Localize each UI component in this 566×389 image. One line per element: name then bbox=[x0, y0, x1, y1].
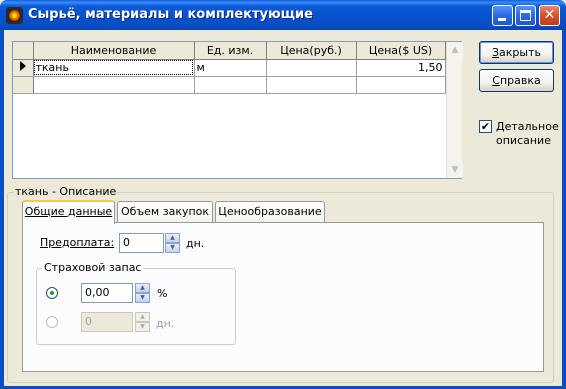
description-group-legend: ткань - Описание bbox=[14, 185, 118, 198]
window-frame-right bbox=[562, 30, 566, 389]
help-button-hotkey: С bbox=[492, 74, 500, 87]
close-window-button[interactable]: ✕ bbox=[539, 5, 560, 26]
column-header-price-rub[interactable]: Цена(руб.) bbox=[266, 42, 357, 60]
materials-grid[interactable]: Наименование Ед. изм. Цена(руб.) Цена($ … bbox=[12, 41, 463, 179]
maximize-button[interactable] bbox=[515, 5, 536, 26]
detailed-label-line1: етальное bbox=[504, 120, 559, 133]
safety-stock-days-radio[interactable] bbox=[46, 316, 58, 328]
row-indicator-header bbox=[13, 42, 34, 60]
cell-price-rub[interactable] bbox=[266, 76, 357, 94]
grid-vertical-scrollbar[interactable]: ▲ ▼ bbox=[446, 42, 463, 178]
materials-table: Наименование Ед. изм. Цена(руб.) Цена($ … bbox=[13, 42, 446, 94]
window-frame-left bbox=[0, 30, 4, 389]
close-button-label: акрыть bbox=[499, 46, 541, 59]
cell-price-rub[interactable] bbox=[266, 59, 357, 77]
prepayment-unit: дн. bbox=[186, 237, 205, 250]
safety-stock-days-input[interactable]: 0 bbox=[81, 312, 133, 332]
prepayment-label: Предоплата: bbox=[40, 236, 115, 249]
scroll-up-icon[interactable]: ▲ bbox=[447, 42, 463, 58]
prepayment-input[interactable]: 0 bbox=[119, 233, 164, 253]
app-icon bbox=[6, 7, 23, 24]
prepayment-value: 0 bbox=[123, 236, 130, 249]
current-row-icon bbox=[20, 61, 26, 71]
cell-name[interactable]: ткань bbox=[33, 59, 195, 77]
spin-up-icon[interactable]: ▲ bbox=[135, 312, 150, 322]
column-header-price-usd[interactable]: Цена($ US) bbox=[356, 42, 446, 60]
spin-up-icon[interactable]: ▲ bbox=[165, 233, 180, 243]
window-title: Сырьё, материалы и комплектующие bbox=[28, 7, 313, 22]
help-button[interactable]: Справка bbox=[479, 69, 554, 92]
safety-stock-days-value: 0 bbox=[85, 315, 92, 328]
detailed-description-label[interactable]: Детальное описание bbox=[496, 120, 566, 148]
row-indicator bbox=[13, 76, 34, 94]
safety-stock-legend: Страховой запас bbox=[42, 261, 144, 274]
title-bar[interactable]: Сырьё, материалы и комплектующие ✕ bbox=[0, 0, 566, 30]
spin-down-icon[interactable]: ▼ bbox=[135, 293, 150, 303]
tab-general[interactable]: Общие данные bbox=[22, 200, 115, 224]
close-button[interactable]: Закрыть bbox=[479, 41, 554, 64]
cell-unit[interactable]: м bbox=[194, 59, 267, 77]
row-indicator bbox=[13, 59, 34, 77]
table-row[interactable] bbox=[13, 76, 446, 94]
detailed-description-checkbox[interactable]: ✔ bbox=[479, 120, 492, 133]
maximize-icon bbox=[520, 10, 531, 21]
cell-unit[interactable] bbox=[194, 76, 267, 94]
prepayment-stepper[interactable]: ▲ ▼ bbox=[165, 233, 180, 253]
table-header-row: Наименование Ед. изм. Цена(руб.) Цена($ … bbox=[13, 42, 446, 60]
spin-down-icon[interactable]: ▼ bbox=[165, 243, 180, 253]
tab-pricing[interactable]: Ценообразование bbox=[215, 201, 325, 222]
table-row[interactable]: ткань м 1,50 bbox=[13, 59, 446, 77]
tab-general-label: Общие данные bbox=[24, 205, 113, 218]
tab-pricing-label: Ценообразование bbox=[218, 205, 322, 218]
minimize-button[interactable] bbox=[492, 5, 513, 26]
help-button-label: правка bbox=[499, 74, 541, 87]
safety-stock-days-unit: дн. bbox=[156, 317, 175, 330]
detailed-hotkey: Д bbox=[496, 120, 505, 133]
safety-stock-percent-radio[interactable] bbox=[46, 287, 58, 299]
cell-name[interactable] bbox=[33, 76, 195, 94]
cell-price-usd[interactable] bbox=[356, 76, 446, 94]
safety-stock-percent-unit: % bbox=[157, 287, 168, 300]
minimize-icon bbox=[498, 18, 506, 21]
safety-stock-percent-input[interactable]: 0,00 bbox=[81, 283, 133, 303]
tab-purchase-volume-label: Объем закупок bbox=[120, 205, 210, 218]
spin-up-icon[interactable]: ▲ bbox=[135, 283, 150, 293]
detailed-label-line2: описание bbox=[496, 134, 551, 147]
close-icon: ✕ bbox=[543, 7, 556, 23]
safety-stock-days-stepper[interactable]: ▲ ▼ bbox=[135, 312, 150, 332]
safety-stock-group: Страховой запас bbox=[36, 261, 236, 345]
main-window: Сырьё, материалы и комплектующие ✕ Наиме… bbox=[0, 0, 566, 389]
column-header-name[interactable]: Наименование bbox=[33, 42, 195, 60]
column-header-unit[interactable]: Ед. изм. bbox=[194, 42, 267, 60]
tab-purchase-volume[interactable]: Объем закупок bbox=[117, 201, 213, 222]
cell-price-usd[interactable]: 1,50 bbox=[356, 59, 446, 77]
safety-stock-percent-stepper[interactable]: ▲ ▼ bbox=[135, 283, 150, 303]
close-button-hotkey: З bbox=[491, 46, 500, 59]
safety-stock-percent-value: 0,00 bbox=[85, 286, 110, 299]
spin-down-icon[interactable]: ▼ bbox=[135, 322, 150, 332]
scroll-down-icon[interactable]: ▼ bbox=[447, 162, 463, 178]
